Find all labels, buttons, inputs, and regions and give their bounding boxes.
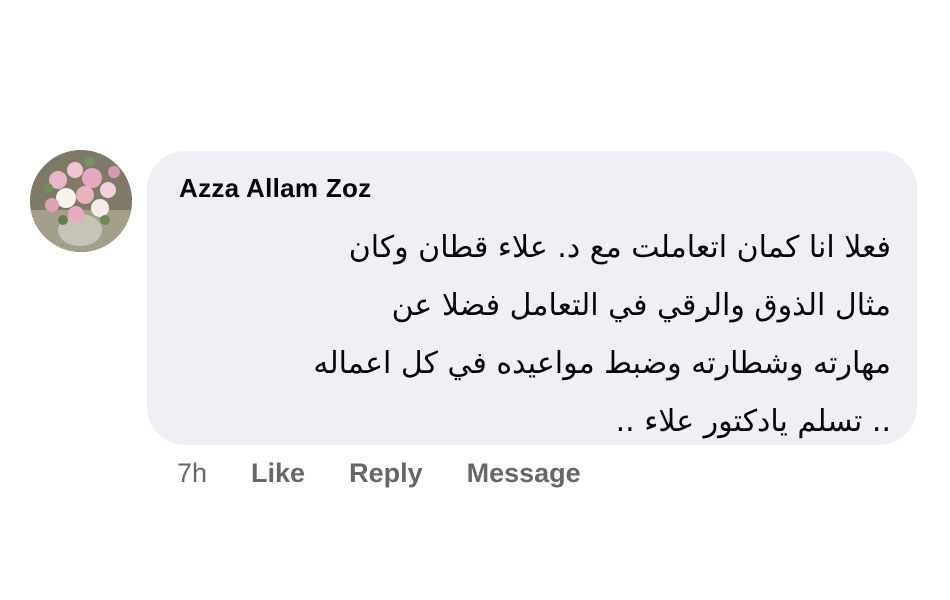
comment-actions: 7h Like Reply Message [177, 453, 625, 493]
comment-author[interactable]: Azza Allam Zoz [179, 173, 371, 204]
rose-bouquet-avatar-icon [30, 150, 132, 252]
avatar[interactable] [30, 150, 132, 252]
comment-bubble: Azza Allam Zoz فعلا انا كمان اتعاملت مع … [147, 151, 917, 445]
comment-timestamp[interactable]: 7h [177, 458, 207, 489]
comment-text: فعلا انا كمان اتعاملت مع د. علاء قطان وك… [313, 230, 891, 439]
message-button[interactable]: Message [467, 458, 581, 489]
like-button[interactable]: Like [251, 458, 305, 489]
reply-button[interactable]: Reply [349, 458, 423, 489]
